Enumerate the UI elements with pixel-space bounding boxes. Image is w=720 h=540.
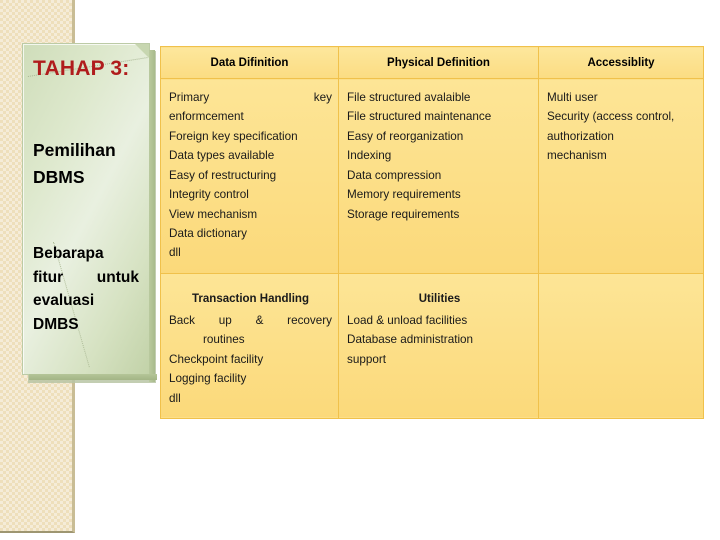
list-item: dll <box>169 246 181 260</box>
cell-physical-definition-items: File structured avalaible File structure… <box>338 78 539 274</box>
list-item: View mechanism <box>169 207 258 221</box>
subsection-header-transaction-handling: Transaction Handling <box>192 292 309 305</box>
column-header-physical-definition: Physical Definition <box>338 46 539 79</box>
list-item: mechanism <box>547 149 607 163</box>
cell-empty <box>538 272 704 419</box>
callout-box-face: TAHAP 3: Pemilihan DBMS Bebarapa fitur u… <box>22 43 157 382</box>
list-item: Easy of reorganization <box>347 129 464 143</box>
callout-subheading: Bebarapa fitur untuk evaluasi DMBS <box>23 242 151 336</box>
cell-utilities: Utilities Load & unload facilities Datab… <box>338 272 539 419</box>
list-item: File structured avalaible <box>347 91 471 104</box>
list-item: Database administration <box>347 333 474 347</box>
table-header-row: Data Difinition Physical Definition Acce… <box>160 46 704 79</box>
column-header-data-definition: Data Difinition <box>160 46 339 79</box>
callout-heading-line-2: DBMS <box>33 166 85 187</box>
callout-box-corner-fold <box>135 44 149 58</box>
empty-block <box>539 274 703 311</box>
list-item: Load & unload facilities <box>347 313 468 327</box>
list-item: Checkpoint facility <box>169 352 264 366</box>
physical-definition-list: File structured avalaible File structure… <box>339 79 538 234</box>
list-item: Easy of restructuring <box>169 168 277 182</box>
list-item: Security (access control, <box>547 110 675 124</box>
list-item: Data dictionary <box>169 226 247 240</box>
data-definition-list: Primary key enformcement Foreign key spe… <box>161 79 338 273</box>
list-item: File structured maintenance <box>347 110 492 124</box>
list-item: routines <box>203 333 245 347</box>
list-item: Data types available <box>169 149 275 163</box>
callout-heading: Pemilihan DBMS <box>23 137 151 190</box>
list-item: Memory requirements <box>347 188 461 202</box>
utilities-block: Utilities Load & unload facilities Datab… <box>339 274 538 379</box>
callout-subheading-line-3: evaluasi <box>33 292 95 310</box>
table-body: Primary key enformcement Foreign key spe… <box>160 78 704 419</box>
list-item: Foreign key specification <box>169 129 298 143</box>
dbms-feature-table: Data Difinition Physical Definition Acce… <box>160 46 704 419</box>
list-item: Storage requirements <box>347 207 460 221</box>
stage-label: TAHAP 3: <box>33 57 130 80</box>
list-item: Multi user <box>547 91 598 104</box>
column-header-accessibility: Accessiblity <box>538 46 704 79</box>
list-item: dll <box>169 391 181 405</box>
cell-transaction-handling: Transaction Handling Back up & recovery … <box>160 272 339 419</box>
table-row: Transaction Handling Back up & recovery … <box>160 272 704 419</box>
callout-subheading-line-2: fitur untuk <box>33 268 139 286</box>
list-item: Integrity control <box>169 188 249 202</box>
list-item: support <box>347 352 386 366</box>
accessibility-list: Multi user Security (access control, aut… <box>539 79 703 176</box>
cell-accessibility-items: Multi user Security (access control, aut… <box>538 78 704 274</box>
list-item: authorization <box>547 129 614 143</box>
list-item: Back up & recovery <box>169 313 332 327</box>
slide-canvas: TAHAP 3: Pemilihan DBMS Bebarapa fitur u… <box>0 0 720 540</box>
subsection-header-utilities: Utilities <box>418 292 461 305</box>
table-row: Primary key enformcement Foreign key spe… <box>160 78 704 274</box>
list-item: Indexing <box>347 149 392 163</box>
transaction-handling-block: Transaction Handling Back up & recovery … <box>161 274 338 418</box>
list-item: enformcement <box>169 110 244 124</box>
cell-data-definition-items: Primary key enformcement Foreign key spe… <box>160 78 339 274</box>
table-header-row-group: Data Difinition Physical Definition Acce… <box>160 46 704 79</box>
callout-box-bottom-edge <box>29 374 157 380</box>
callout-subheading-line-1: Bebarapa <box>33 245 104 262</box>
list-item: Primary key <box>169 91 332 104</box>
title-callout-box: TAHAP 3: Pemilihan DBMS Bebarapa fitur u… <box>22 43 157 383</box>
list-item: Data compression <box>347 168 442 182</box>
callout-heading-line-1: Pemilihan <box>33 140 116 160</box>
list-item: Logging facility <box>169 372 247 386</box>
callout-subheading-line-4: DMBS <box>33 315 79 333</box>
